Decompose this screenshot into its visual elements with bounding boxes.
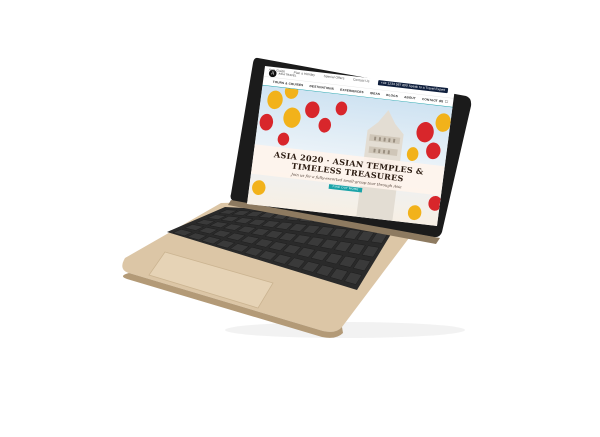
util-link-plan-holiday[interactable]: Plan a Holiday	[293, 71, 315, 77]
hero-section: ASIA 2020 · ASIAN TEMPLES & TIMELESS TRE…	[247, 85, 453, 226]
util-link-special-offers[interactable]: Special Offers	[323, 74, 344, 80]
user-icon[interactable]: ○	[439, 98, 442, 103]
nav-item-ideas[interactable]: IDEAS	[370, 91, 381, 95]
nav-item-tours[interactable]: TOURS & CRUISES	[273, 80, 304, 87]
nav-item-about[interactable]: ABOUT	[404, 95, 416, 100]
website-screen: A ASIA TRAVEL Asia Guide Plan a Holiday …	[247, 66, 455, 226]
nav-item-destinations[interactable]: DESTINATIONS	[309, 84, 334, 90]
nav-item-experiences[interactable]: EXPERIENCES	[340, 88, 364, 94]
search-icon[interactable]: ⌕	[434, 98, 437, 103]
util-link-contact[interactable]: Contact Us	[353, 78, 370, 83]
laptop-shadow	[225, 322, 465, 338]
bag-icon[interactable]: ▢	[444, 99, 449, 104]
nav-item-blogs[interactable]: BLOGS	[386, 93, 398, 98]
laptop-illustration	[122, 57, 472, 338]
laptop-mockup: A ASIA TRAVEL Asia Guide Plan a Holiday …	[0, 0, 600, 437]
util-link-asia-guide[interactable]: Asia Guide	[269, 68, 286, 73]
